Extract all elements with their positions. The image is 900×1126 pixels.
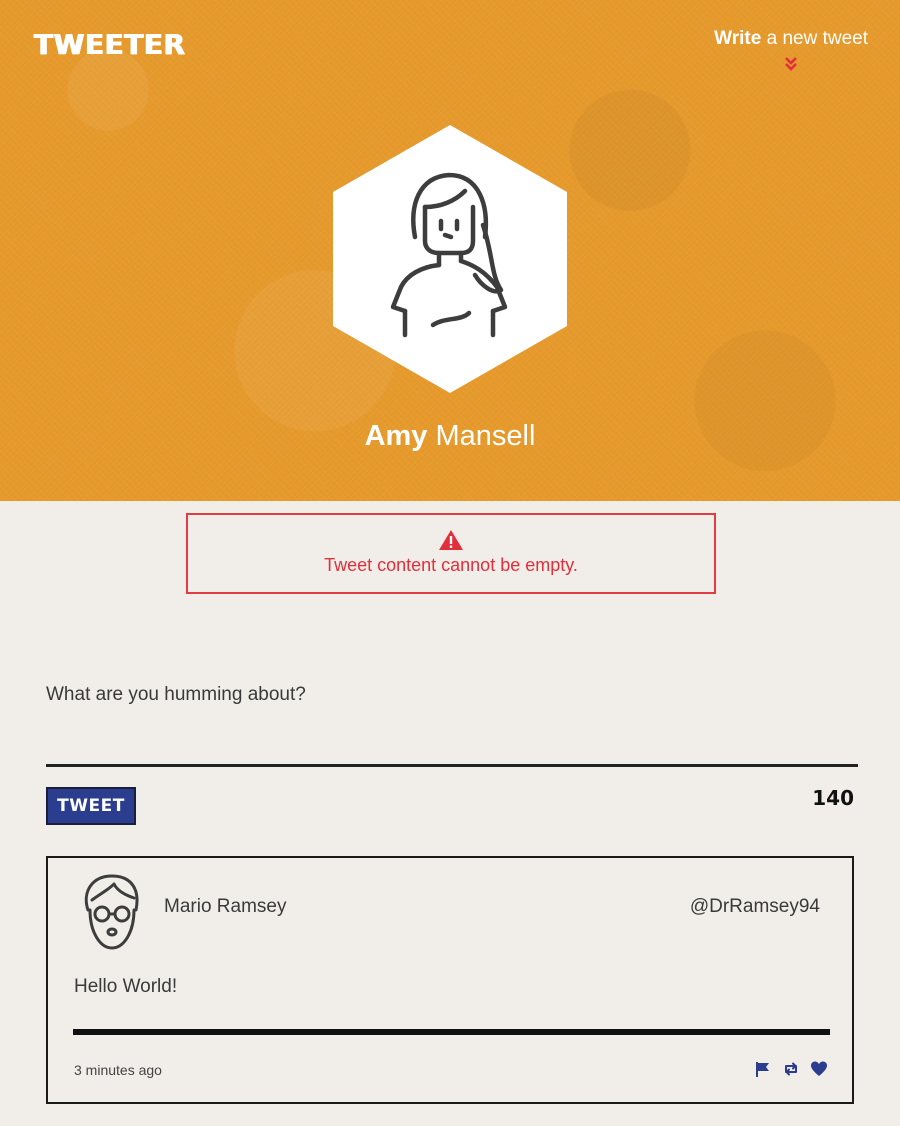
write-link-strong: Write	[714, 28, 762, 49]
retweet-icon[interactable]	[782, 1060, 800, 1078]
tweet-actions	[754, 1060, 828, 1078]
composer-label: What are you humming about?	[46, 684, 306, 705]
tweet-author-handle[interactable]: @DrRamsey94	[690, 896, 820, 918]
tweet-author-name[interactable]: Mario Ramsey	[164, 896, 286, 918]
profile-name: Amy Mansell	[0, 420, 900, 453]
profile-avatar	[333, 125, 567, 393]
error-alert: Tweet content cannot be empty.	[186, 513, 716, 594]
tweet-card: Mario Ramsey @DrRamsey94 Hello World! 3 …	[46, 856, 854, 1104]
tweet-button[interactable]: TWEET	[46, 787, 136, 825]
error-message: Tweet content cannot be empty.	[324, 555, 578, 575]
char-counter: 140	[812, 786, 854, 810]
tweet-timestamp: 3 minutes ago	[74, 1062, 162, 1078]
write-link-rest: a new tweet	[761, 28, 868, 49]
heart-icon[interactable]	[810, 1060, 828, 1078]
author-avatar	[84, 874, 139, 950]
tweet-input[interactable]	[46, 712, 858, 767]
write-new-tweet-link[interactable]: Write a new tweet	[714, 28, 868, 72]
profile-header: TWEETER Write a new tweet Amy Mansell	[0, 0, 900, 501]
tweet-content: Hello World!	[74, 976, 178, 997]
tweet-divider	[73, 1029, 830, 1035]
double-chevron-down-icon	[785, 57, 797, 71]
warning-triangle-icon	[439, 530, 463, 550]
profile-first-name: Amy	[364, 420, 428, 452]
app-logo[interactable]: TWEETER	[34, 28, 186, 61]
flag-icon[interactable]	[754, 1060, 772, 1078]
profile-last-name: Mansell	[427, 420, 536, 452]
